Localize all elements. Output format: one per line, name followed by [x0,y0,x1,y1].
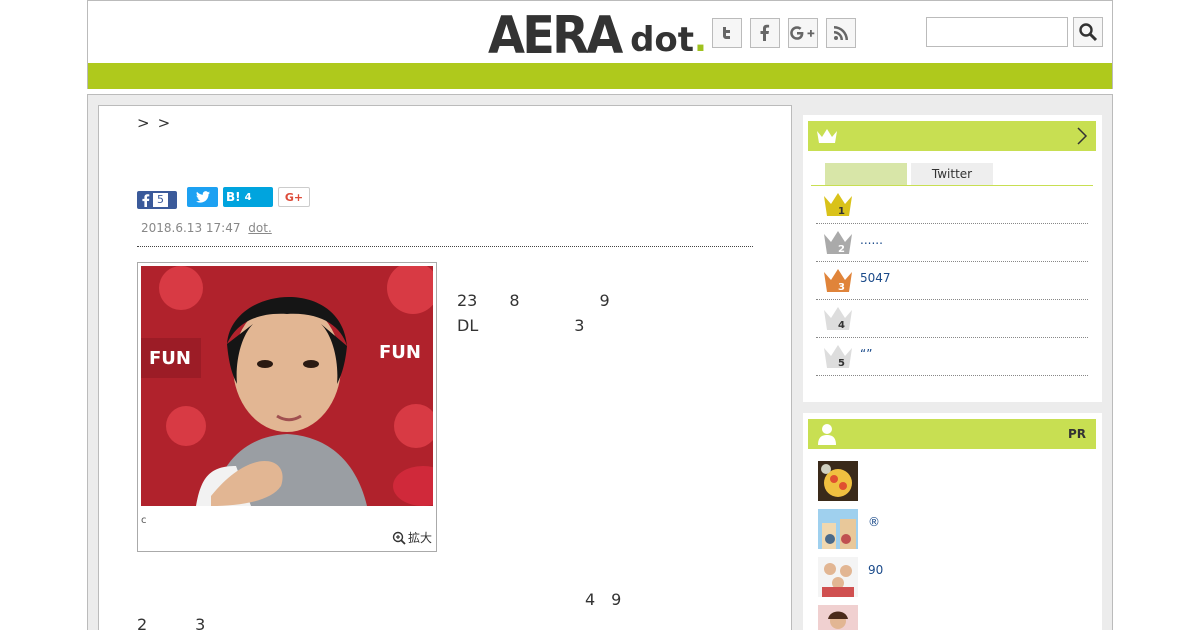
rank-number: 4 [838,320,845,331]
pr-thumbnail[interactable] [818,461,858,501]
pr-thumbnail[interactable] [818,557,858,597]
logo-aera-text: AERA [488,6,623,66]
ranking-header[interactable] [808,121,1096,151]
pr-item[interactable] [818,461,1088,501]
zoom-label: 拡大 [407,531,432,545]
rss-icon[interactable] [826,18,856,48]
zoom-button[interactable]: 拡大 [392,529,432,546]
tab-ranking-default[interactable] [825,163,907,185]
svg-text:FUN: FUN [149,348,191,369]
pr-widget: PR ® 90 [803,413,1102,630]
google-plus-icon[interactable] [788,18,818,48]
rank-number: 1 [838,206,845,217]
tab-ranking-twitter[interactable]: Twitter [911,163,993,185]
hatena-label: B! [226,190,241,204]
article-photo-image[interactable]: FUN FUN [141,266,433,506]
pr-item[interactable]: 90 [818,557,1088,597]
ranking-item[interactable]: 2 ...... [816,224,1088,262]
pr-item[interactable] [818,605,1088,630]
rank-number: 3 [838,282,845,293]
article-dateline: 2018.6.13 17:47 dot. [141,221,272,235]
pr-label: PR [1067,427,1086,441]
ranking-item-title[interactable]: 5047 [860,271,891,285]
divider [137,246,753,247]
article-paragraph: 23 8 9 DL 3 [457,291,914,335]
site-header: AERA dot. [87,0,1113,89]
pr-item-title[interactable]: ® [868,515,880,529]
pr-item[interactable]: ® [818,509,1088,549]
chevron-right-icon [1077,127,1088,145]
rank-number: 5 [838,358,845,369]
facebook-icon[interactable] [750,18,780,48]
google-plus-share-button[interactable]: G+ [278,187,310,207]
google-plus-label: G+ [284,190,304,204]
ranking-item[interactable]: 1 [816,186,1088,224]
facebook-share-count: 5 [153,193,168,207]
ranking-item-title[interactable]: ...... [860,233,883,247]
crown-icon [817,129,837,143]
site-logo[interactable]: AERA dot. [488,6,707,66]
logo-dot-text: dot. [630,19,707,61]
ranking-item[interactable]: 5 “” [816,338,1088,376]
svg-text:FUN: FUN [379,342,421,363]
breadcrumb-separator: > [137,114,150,132]
hatena-count: 4 [244,191,252,203]
logo-sub: dot [630,20,695,60]
search-input[interactable] [926,17,1068,47]
article-source-link[interactable]: dot. [248,221,271,235]
article-paragraph [457,462,757,487]
article-subheading [457,412,757,437]
article: > > 5 B! 4 G+ 2018.6.13 17:47 dot. FUN F… [98,105,989,630]
article-photo[interactable]: FUN FUN c 拡大 [137,262,437,552]
header-accent-bar [88,63,1112,89]
twitter-share-button[interactable] [187,187,218,207]
article-date: 2018.6.13 17:47 [141,221,241,235]
person-icon [818,424,836,445]
pr-thumbnail[interactable] [818,509,858,549]
pr-header: PR [808,419,1096,449]
breadcrumb: > > [137,114,178,132]
photo-caption: c [141,515,147,526]
facebook-share-button[interactable]: 5 [137,191,177,209]
logo-dot-mark: . [694,20,707,60]
zoom-icon [392,531,406,545]
article-paragraph: 4 9 2 3 [137,590,989,630]
ranking-item-title[interactable]: “” [860,347,872,361]
twitter-icon[interactable] [712,18,742,48]
facebook-icon [142,194,150,207]
search-button[interactable] [1073,17,1103,47]
ranking-item[interactable]: 3 5047 [816,262,1088,300]
pr-item-title[interactable]: 90 [868,563,883,577]
pr-thumbnail[interactable] [818,605,858,630]
ranking-widget: Twitter 1 2 ...... 3 5047 4 5 “” [803,115,1102,402]
twitter-bird-icon [195,191,210,203]
breadcrumb-separator: > [157,114,171,132]
search-icon [1079,23,1098,42]
rank-number: 2 [838,244,845,255]
hatena-bookmark-button[interactable]: B! 4 [223,187,273,207]
ranking-item[interactable]: 4 [816,300,1088,338]
